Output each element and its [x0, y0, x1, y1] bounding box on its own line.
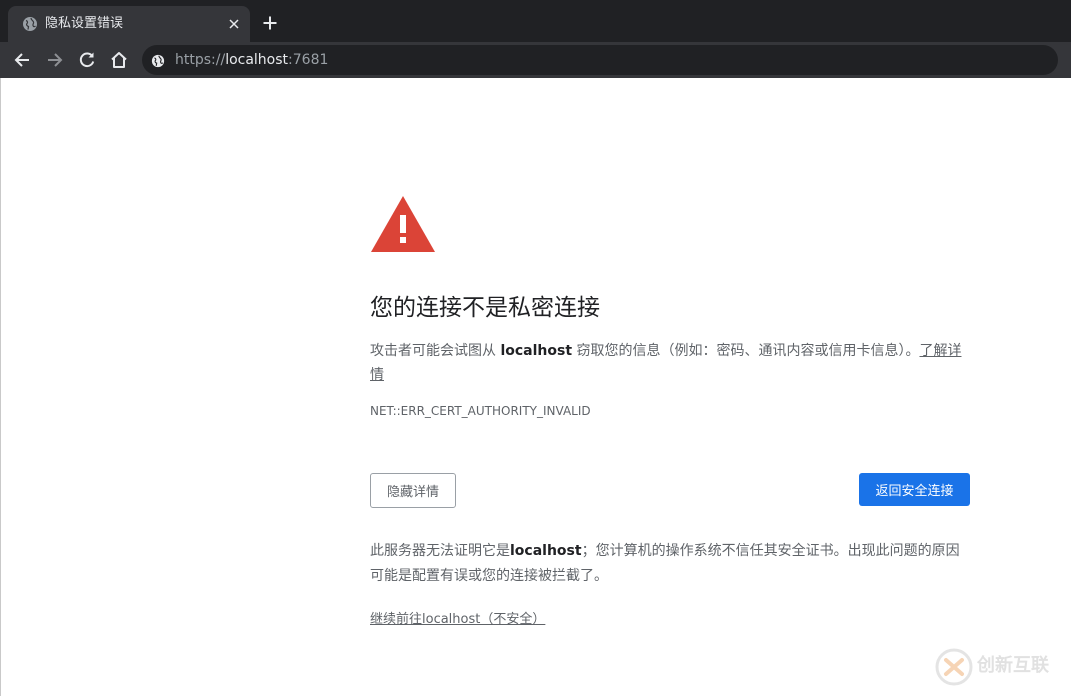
watermark: 创新互联 [935, 648, 1065, 688]
globe-icon [22, 16, 38, 32]
reload-icon[interactable] [76, 49, 98, 71]
watermark-text: 创新互联 [977, 655, 1049, 676]
active-tab[interactable]: 隐私设置错误 [8, 6, 250, 42]
back-to-safety-button[interactable]: 返回安全连接 [859, 473, 970, 506]
desc-text-2: 窃取您的信息（例如：密码、通讯内容或信用卡信息）。 [572, 343, 920, 359]
url-port: :7681 [288, 52, 329, 68]
url-scheme: https:// [175, 52, 226, 68]
desc-hostname: localhost [500, 343, 573, 359]
back-arrow-icon[interactable] [11, 49, 33, 71]
site-info-globe-icon[interactable] [151, 53, 165, 68]
proceed-unsafe-link[interactable]: 继续前往localhost（不安全） [370, 611, 545, 629]
error-code[interactable]: NET::ERR_CERT_AUTHORITY_INVALID [370, 403, 591, 419]
tab-strip: 隐私设置错误 [0, 0, 1071, 42]
tab-close-icon[interactable] [225, 15, 243, 33]
home-icon[interactable] [108, 49, 130, 71]
forward-arrow-icon[interactable] [44, 49, 66, 71]
desc-text: 攻击者可能会试图从 [370, 343, 501, 359]
details-text: 此服务器无法证明它是localhost；您计算机的操作系统不信任其安全证书。出现… [370, 539, 972, 589]
warning-description: 攻击者可能会试图从 localhost 窃取您的信息（例如：密码、通讯内容或信用… [370, 339, 972, 387]
window-border [0, 78, 1, 696]
browser-toolbar: https://localhost:7681 [0, 42, 1071, 78]
warning-triangle-icon [370, 195, 436, 253]
watermark-logo-icon [935, 648, 973, 686]
new-tab-plus-icon[interactable] [261, 14, 279, 32]
url-host: localhost [225, 52, 289, 68]
details-hostname: localhost [510, 543, 582, 559]
address-bar[interactable]: https://localhost:7681 [142, 45, 1058, 75]
url-text[interactable]: https://localhost:7681 [175, 51, 328, 69]
page-title: 您的连接不是私密连接 [370, 295, 600, 321]
details-text-1: 此服务器无法证明它是 [370, 543, 510, 559]
hide-details-button[interactable]: 隐藏详情 [370, 473, 456, 508]
tab-title: 隐私设置错误 [45, 16, 124, 31]
